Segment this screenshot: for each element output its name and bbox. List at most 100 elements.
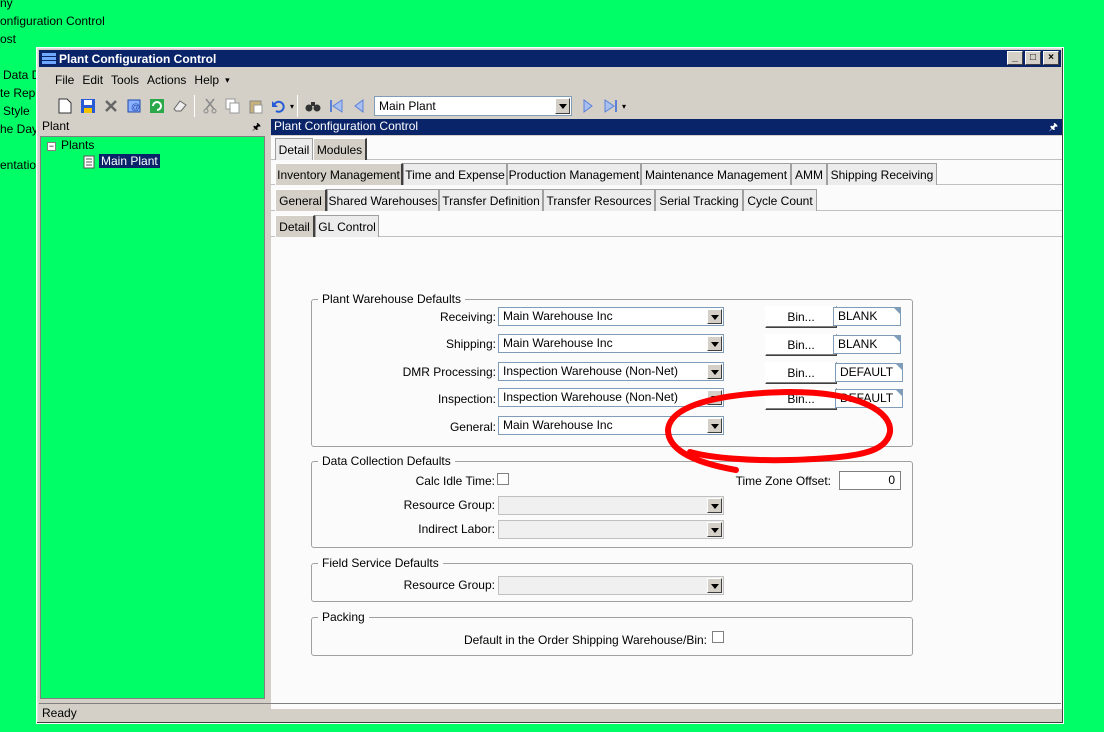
tabs-level2: Inventory Management Time and Expense Pr… xyxy=(271,161,1062,185)
general-warehouse-select[interactable]: Main Warehouse Inc xyxy=(498,416,724,435)
tab-amm[interactable]: AMM xyxy=(791,163,827,185)
shipping-warehouse-value: Main Warehouse Inc xyxy=(503,336,613,350)
document-icon xyxy=(83,155,95,172)
inspection-warehouse-select[interactable]: Inspection Warehouse (Non-Net) xyxy=(498,388,724,407)
shipping-bin-field[interactable]: BLANK xyxy=(833,335,901,354)
minimize-button[interactable]: _ xyxy=(1007,51,1023,65)
shipping-bin-button[interactable]: Bin... xyxy=(765,334,837,356)
chevron-down-icon[interactable] xyxy=(707,364,722,379)
chevron-down-icon[interactable] xyxy=(555,98,571,114)
first-record-icon[interactable] xyxy=(324,95,347,117)
tab-time-and-expense[interactable]: Time and Expense xyxy=(403,163,507,185)
plant-selector[interactable]: Main Plant xyxy=(374,96,573,116)
paste-icon[interactable] xyxy=(244,95,267,117)
tab-transfer-resources[interactable]: Transfer Resources xyxy=(543,189,655,211)
time-zone-offset-field[interactable]: 0 xyxy=(839,471,901,490)
maximize-button[interactable]: □ xyxy=(1025,51,1041,65)
desktop-text-2: onfiguration Control xyxy=(0,14,105,28)
plant-tree: − Plants Main Plant xyxy=(40,136,265,699)
tab-serial-tracking[interactable]: Serial Tracking xyxy=(655,189,743,211)
dmr-processing-warehouse-value: Inspection Warehouse (Non-Net) xyxy=(503,364,678,378)
tab-shipping-receiving[interactable]: Shipping Receiving xyxy=(827,163,937,185)
inspection-warehouse-value: Inspection Warehouse (Non-Net) xyxy=(503,390,678,404)
tab-general[interactable]: General xyxy=(275,189,327,211)
tab-detail[interactable]: Detail xyxy=(275,138,313,160)
tab-gl-control[interactable]: GL Control xyxy=(315,215,379,237)
resource-group-select[interactable] xyxy=(498,496,724,515)
menu-overflow-icon[interactable]: ▾ xyxy=(225,75,230,86)
desktop-text-6: Style xyxy=(3,104,30,118)
field-service-resource-group-select[interactable] xyxy=(498,576,724,595)
receiving-warehouse-select[interactable]: Main Warehouse Inc xyxy=(498,307,724,326)
tree-item-main-plant[interactable]: Main Plant xyxy=(99,154,160,168)
chevron-down-icon[interactable] xyxy=(707,418,722,433)
chevron-down-icon[interactable] xyxy=(707,522,722,537)
attach-icon[interactable]: @ xyxy=(122,95,145,117)
pin-icon[interactable]: 🖈 xyxy=(252,120,261,137)
next-record-icon[interactable] xyxy=(576,95,599,117)
new-icon[interactable] xyxy=(53,95,76,117)
tab-detail-sub[interactable]: Detail xyxy=(275,215,315,237)
chevron-down-icon[interactable] xyxy=(707,309,722,324)
packing-legend: Packing xyxy=(322,610,365,624)
calc-idle-time-label: Calc Idle Time: xyxy=(415,474,495,488)
undo-dropdown-icon[interactable]: ▾ xyxy=(290,102,294,111)
tab-production-management[interactable]: Production Management xyxy=(507,163,641,185)
menu-actions[interactable]: Actions xyxy=(143,73,190,87)
config-panel: Detail Modules Inventory Management Time… xyxy=(271,136,1062,709)
chevron-down-icon[interactable] xyxy=(707,336,722,351)
save-icon[interactable] xyxy=(76,95,99,117)
dmr-processing-warehouse-select[interactable]: Inspection Warehouse (Non-Net) xyxy=(498,362,724,381)
tab-transfer-definition[interactable]: Transfer Definition xyxy=(439,189,543,211)
inspection-label: Inspection: xyxy=(437,392,496,406)
dmr-processing-bin-button[interactable]: Bin... xyxy=(765,362,837,384)
tree-root-plants[interactable]: Plants xyxy=(61,138,94,152)
tab-maintenance-management[interactable]: Maintenance Management xyxy=(641,163,791,185)
desktop-text-4: Data D xyxy=(3,68,41,82)
search-icon[interactable] xyxy=(301,95,324,117)
chevron-down-icon[interactable] xyxy=(707,498,722,513)
menu-edit[interactable]: Edit xyxy=(78,73,107,87)
indirect-labor-select[interactable] xyxy=(498,520,724,539)
last-record-icon[interactable] xyxy=(599,95,622,117)
inspection-bin-field[interactable]: DEFAULT xyxy=(835,389,903,408)
tab-cycle-count[interactable]: Cycle Count xyxy=(743,189,817,211)
plant-panel-header: Plant 🖈 xyxy=(40,119,265,135)
title-bar[interactable]: Plant Configuration Control _ □ × xyxy=(39,50,1061,67)
refresh-icon[interactable] xyxy=(145,95,168,117)
inspection-bin-button[interactable]: Bin... xyxy=(765,388,837,410)
cut-icon[interactable] xyxy=(198,95,221,117)
delete-icon[interactable] xyxy=(99,95,122,117)
resource-group-label: Resource Group: xyxy=(403,498,495,512)
tab-shared-warehouses[interactable]: Shared Warehouses xyxy=(327,189,439,211)
field-service-resource-group-label: Resource Group: xyxy=(403,578,495,592)
pin-icon[interactable]: 🖈 xyxy=(1049,120,1058,137)
toolbar-overflow-icon[interactable]: ▾ xyxy=(622,102,626,111)
undo-icon[interactable] xyxy=(267,95,290,117)
tab-modules[interactable]: Modules xyxy=(313,138,367,160)
calc-idle-time-checkbox[interactable] xyxy=(497,473,509,485)
menu-tools[interactable]: Tools xyxy=(107,73,143,87)
receiving-bin-field[interactable]: BLANK xyxy=(833,307,901,326)
window-title: Plant Configuration Control xyxy=(59,51,217,66)
time-zone-offset-label: Time Zone Offset: xyxy=(735,474,831,488)
packing-default-checkbox[interactable] xyxy=(712,631,724,643)
config-panel-header: Plant Configuration Control 🖈 xyxy=(271,119,1062,135)
receiving-bin-button[interactable]: Bin... xyxy=(765,306,837,328)
copy-icon[interactable] xyxy=(221,95,244,117)
shipping-label: Shipping: xyxy=(445,337,496,351)
toolbar: @ ▾ Main Plant ▾ xyxy=(39,92,1061,120)
receiving-label: Receiving: xyxy=(439,310,496,324)
tab-inventory-management[interactable]: Inventory Management xyxy=(275,163,403,185)
collapse-icon[interactable]: − xyxy=(47,142,56,151)
tabs-level4: Detail GL Control xyxy=(271,213,1062,237)
shipping-warehouse-select[interactable]: Main Warehouse Inc xyxy=(498,334,724,353)
previous-record-icon[interactable] xyxy=(347,95,370,117)
chevron-down-icon[interactable] xyxy=(707,390,722,405)
dmr-processing-bin-field[interactable]: DEFAULT xyxy=(835,363,903,382)
close-button[interactable]: × xyxy=(1043,51,1059,65)
chevron-down-icon[interactable] xyxy=(707,578,722,593)
menu-file[interactable]: File xyxy=(51,73,78,87)
clear-icon[interactable] xyxy=(168,95,191,117)
menu-help[interactable]: Help xyxy=(190,73,223,87)
